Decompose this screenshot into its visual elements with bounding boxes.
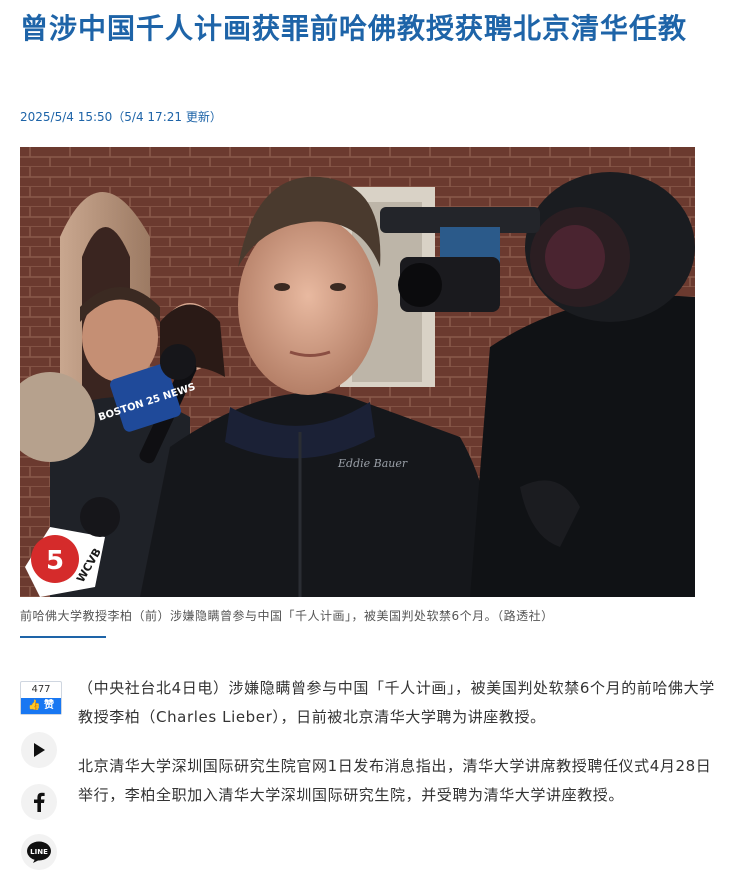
news-photo-illustration: Eddie Bauer BOSTON 25 NEWS 5 WCVB xyxy=(20,147,695,597)
like-count: 477 xyxy=(31,684,51,695)
jacket-brand-text: Eddie Bauer xyxy=(337,457,408,470)
article-body: （中央社台北4日电）涉嫌隐瞒曾参与中国「千人计画」，被美国判处软禁6个月的前哈佛… xyxy=(78,674,718,830)
line-icon-text: LINE xyxy=(30,848,48,856)
like-button[interactable]: 👍 赞 xyxy=(21,698,61,714)
article-paragraph: （中央社台北4日电）涉嫌隐瞒曾参与中国「千人计画」，被美国判处软禁6个月的前哈佛… xyxy=(78,679,715,726)
mic-flag-wcvb-digit: 5 xyxy=(46,546,64,576)
article-paragraph: 北京清华大学深圳国际研究生院官网1日发布消息指出，清华大学讲席教授聘任仪式4月2… xyxy=(78,757,712,804)
facebook-share-button[interactable] xyxy=(21,784,57,820)
article-headline: 曾涉中国千人计画获罪前哈佛教授获聘北京清华任教 xyxy=(20,12,688,45)
facebook-icon xyxy=(34,792,45,812)
play-audio-button[interactable] xyxy=(21,732,57,768)
line-icon: LINE xyxy=(27,841,51,863)
line-share-button[interactable]: LINE xyxy=(21,834,57,870)
publish-timestamp: 2025/5/4 15:50（5/4 17:21 更新） xyxy=(20,110,222,124)
facebook-like-widget[interactable]: 477 👍 赞 xyxy=(20,681,62,715)
play-icon xyxy=(34,743,45,757)
photo-caption: 前哈佛大学教授李柏（前）涉嫌隐瞒曾参与中国「千人计画」，被美国判处软禁6个月。（… xyxy=(20,609,554,623)
caption-divider xyxy=(20,636,106,638)
news-photo: Eddie Bauer BOSTON 25 NEWS 5 WCVB xyxy=(20,147,695,597)
